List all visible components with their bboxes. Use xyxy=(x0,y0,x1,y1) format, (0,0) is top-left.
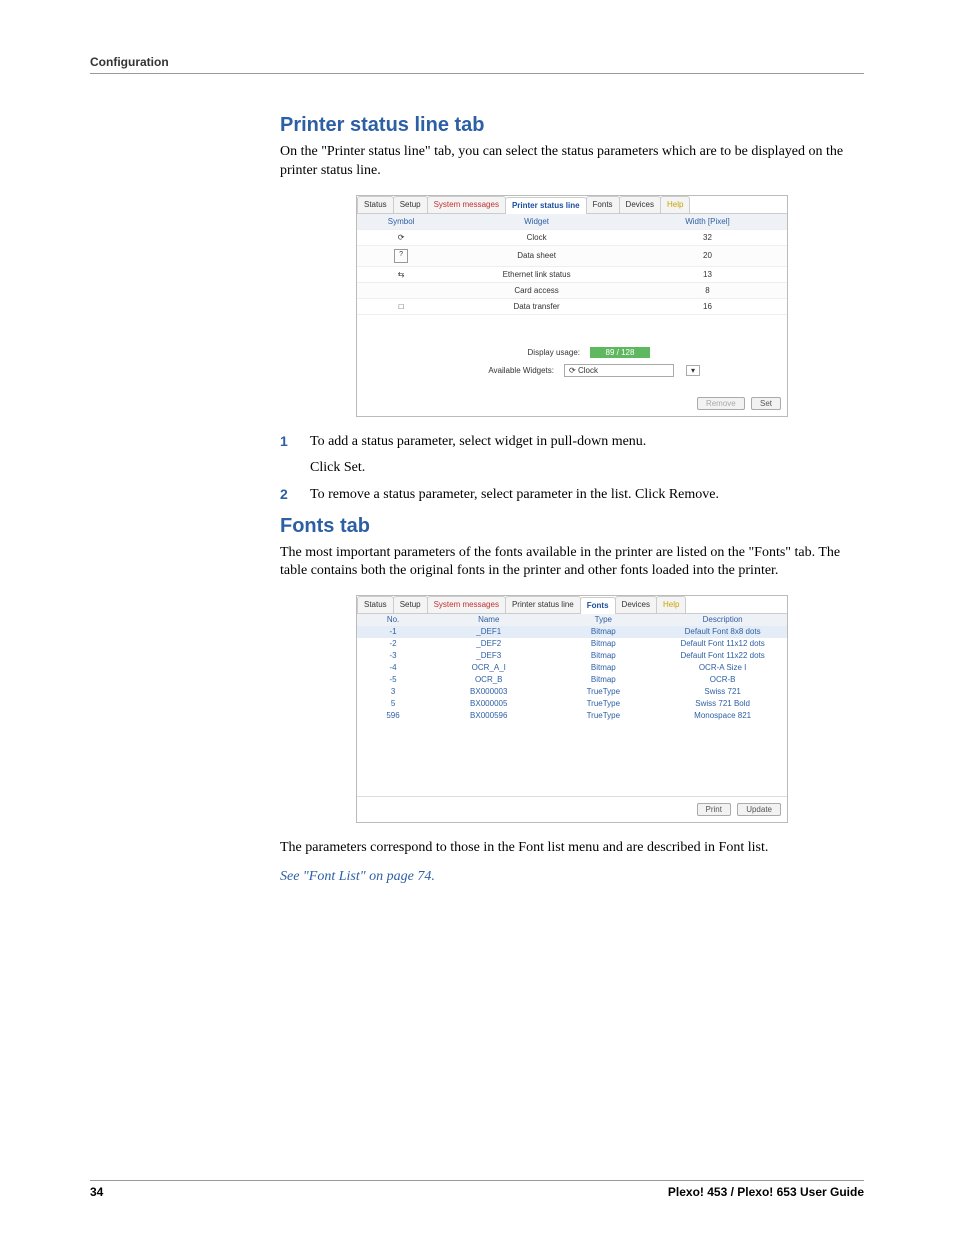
page-number: 34 xyxy=(90,1185,103,1199)
tab-help[interactable]: Help xyxy=(660,196,690,213)
remove-button[interactable]: Remove xyxy=(697,397,745,410)
chevron-down-icon[interactable]: ▾ xyxy=(686,365,700,376)
section1-intro: On the "Printer status line" tab, you ca… xyxy=(280,143,864,181)
table-row[interactable]: 596 BX000596 TrueType Monospace 821 xyxy=(357,710,787,722)
available-widgets-label: Available Widgets: xyxy=(444,366,554,375)
table-row[interactable]: -4 OCR_A_I Bitmap OCR-A Size I xyxy=(357,662,787,674)
table-row[interactable]: -1 _DEF1 Bitmap Default Font 8x8 dots xyxy=(357,626,787,638)
section2-intro: The most important parameters of the fon… xyxy=(280,544,864,582)
tab-bar: Status Setup System messages Printer sta… xyxy=(357,596,787,614)
table-row[interactable]: ⟳ Clock 32 xyxy=(357,230,787,246)
step-text: To add a status parameter, select widget… xyxy=(310,433,646,452)
tab-bar: Status Setup System messages Printer sta… xyxy=(357,196,787,214)
clock-icon: ⟳ xyxy=(357,230,445,245)
tab-fonts[interactable]: Fonts xyxy=(586,196,620,213)
tab-devices[interactable]: Devices xyxy=(615,596,657,613)
data-transfer-icon: □ xyxy=(357,299,445,314)
guide-title: Plexo! 453 / Plexo! 653 User Guide xyxy=(668,1185,864,1199)
section-title-fonts: Fonts tab xyxy=(280,515,864,538)
set-button[interactable]: Set xyxy=(751,397,781,410)
step-number: 1 xyxy=(280,433,292,449)
screenshot-printer-status-line: Status Setup System messages Printer sta… xyxy=(356,195,788,417)
tab-setup[interactable]: Setup xyxy=(393,596,428,613)
table-row[interactable]: -5 OCR_B Bitmap OCR-B xyxy=(357,674,787,686)
tab-devices[interactable]: Devices xyxy=(619,196,661,213)
table-row[interactable]: -2 _DEF2 Bitmap Default Font 11x12 dots xyxy=(357,638,787,650)
section2-after: The parameters correspond to those in th… xyxy=(280,839,864,858)
step-number: 2 xyxy=(280,486,292,502)
section-title-printer-status: Printer status line tab xyxy=(280,114,864,137)
table-header-row: No. Name Type Description xyxy=(357,614,787,626)
table-row[interactable]: 3 BX000003 TrueType Swiss 721 xyxy=(357,686,787,698)
table-row[interactable]: □ Data transfer 16 xyxy=(357,299,787,315)
cross-ref-link[interactable]: See "Font List" on page 74. xyxy=(280,869,435,884)
page-header: Configuration xyxy=(90,55,864,74)
table-header-row: Symbol Widget Width [Pixel] xyxy=(357,214,787,230)
step-text: To remove a status parameter, select par… xyxy=(310,486,719,505)
display-usage-value: 89 / 128 xyxy=(590,347,650,358)
table-row[interactable]: ? Data sheet 20 xyxy=(357,246,787,267)
tab-status[interactable]: Status xyxy=(357,196,394,213)
tab-system-messages[interactable]: System messages xyxy=(427,196,506,213)
tab-help[interactable]: Help xyxy=(656,596,686,613)
update-button[interactable]: Update xyxy=(737,803,781,816)
tab-fonts[interactable]: Fonts xyxy=(580,597,616,614)
step-subtext: Click Set. xyxy=(310,460,864,476)
print-button[interactable]: Print xyxy=(697,803,731,816)
table-row[interactable]: -3 _DEF3 Bitmap Default Font 11x22 dots xyxy=(357,650,787,662)
ethernet-icon: ⇆ xyxy=(357,267,445,282)
datasheet-icon: ? xyxy=(394,249,408,263)
table-row[interactable]: ⇆ Ethernet link status 13 xyxy=(357,267,787,283)
available-widgets-select[interactable]: ⟳ Clock xyxy=(564,364,674,377)
tab-system-messages[interactable]: System messages xyxy=(427,596,506,613)
tab-setup[interactable]: Setup xyxy=(393,196,428,213)
table-row[interactable]: 5 BX000005 TrueType Swiss 721 Bold xyxy=(357,698,787,710)
screenshot-fonts: Status Setup System messages Printer sta… xyxy=(356,595,788,823)
table-row[interactable]: Card access 8 xyxy=(357,283,787,299)
tab-status[interactable]: Status xyxy=(357,596,394,613)
display-usage-label: Display usage: xyxy=(470,348,580,357)
tab-printer-status-line[interactable]: Printer status line xyxy=(505,596,581,613)
card-access-icon xyxy=(357,287,445,293)
tab-printer-status-line[interactable]: Printer status line xyxy=(505,197,587,214)
